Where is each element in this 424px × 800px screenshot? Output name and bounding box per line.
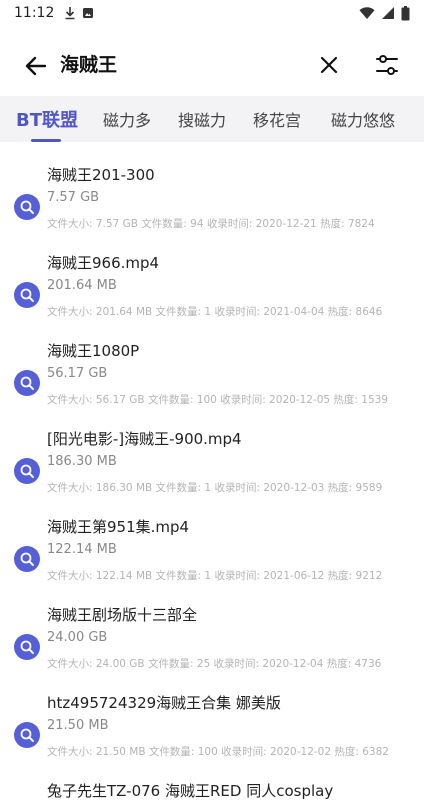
filter-settings-button[interactable]: [372, 50, 402, 80]
magnet-search-icon: [14, 634, 40, 660]
tab-bt-union[interactable]: BT联盟: [16, 96, 78, 142]
list-item[interactable]: [阳光电影-]海贼王-900.mp4 186.30 MB 文件大小: 186.3…: [0, 428, 424, 515]
magnet-search-icon: [14, 282, 40, 308]
item-size: 21.50 MB: [47, 718, 109, 733]
item-meta: 文件大小: 186.30 MB 文件数量: 1 收录时间: 2020-12-03…: [47, 482, 383, 494]
item-name: 兔子先生TZ-076 海贼王RED 同人cosplay: [47, 782, 334, 800]
signal-icon: [382, 7, 394, 19]
tab-yihua-gong[interactable]: 移花宫: [253, 96, 301, 142]
item-meta: 文件大小: 122.14 MB 文件数量: 1 收录时间: 2021-06-12…: [47, 570, 383, 582]
active-tab-indicator: [31, 139, 61, 142]
list-item[interactable]: 海贼王201-300 7.57 GB 文件大小: 7.57 GB 文件数量: 9…: [0, 164, 424, 251]
status-bar: 11:12: [0, 0, 424, 26]
item-name: [阳光电影-]海贼王-900.mp4: [47, 430, 242, 448]
item-size: 56.17 GB: [47, 366, 108, 381]
search-bar: 海贼王: [0, 26, 424, 102]
list-item[interactable]: 海贼王第951集.mp4 122.14 MB 文件大小: 122.14 MB 文…: [0, 516, 424, 603]
item-meta: 文件大小: 201.64 MB 文件数量: 1 收录时间: 2021-04-04…: [47, 306, 383, 318]
tab-cili-youyou[interactable]: 磁力悠悠: [331, 96, 395, 142]
item-name: 海贼王剧场版十三部全: [47, 606, 198, 624]
notification-icons: [64, 6, 94, 20]
magnet-search-icon: [14, 194, 40, 220]
clear-search-button[interactable]: [316, 52, 342, 78]
item-name: 海贼王第951集.mp4: [47, 518, 190, 536]
sliders-icon: [376, 55, 398, 75]
item-size: 7.57 GB: [47, 190, 100, 205]
back-button[interactable]: [22, 52, 50, 80]
image-notification-icon: [83, 8, 94, 18]
magnet-search-icon: [14, 458, 40, 484]
item-meta: 文件大小: 7.57 GB 文件数量: 94 收录时间: 2020-12-21 …: [47, 218, 375, 230]
list-item[interactable]: 兔子先生TZ-076 海贼王RED 同人cosplay: [0, 780, 424, 800]
list-item[interactable]: 海贼王1080P 56.17 GB 文件大小: 56.17 GB 文件数量: 1…: [0, 340, 424, 427]
item-name: 海贼王1080P: [47, 342, 140, 360]
magnet-search-icon: [14, 370, 40, 396]
list-item[interactable]: htz495724329海贼王合集 娜美版 21.50 MB 文件大小: 21.…: [0, 692, 424, 779]
tab-cili-duo[interactable]: 磁力多: [103, 96, 151, 142]
item-name: 海贼王201-300: [47, 166, 155, 184]
tab-sou-cili[interactable]: 搜磁力: [178, 96, 226, 142]
list-item[interactable]: 海贼王剧场版十三部全 24.00 GB 文件大小: 24.00 GB 文件数量:…: [0, 604, 424, 691]
download-icon: [65, 7, 75, 20]
item-meta: 文件大小: 24.00 GB 文件数量: 25 收录时间: 2020-12-04…: [47, 658, 382, 670]
search-query[interactable]: 海贼王: [60, 50, 117, 77]
item-size: 122.14 MB: [47, 542, 117, 557]
wifi-icon: [359, 7, 375, 19]
item-size: 201.64 MB: [47, 278, 117, 293]
close-icon: [320, 56, 338, 74]
arrow-left-icon: [25, 56, 47, 76]
magnet-search-icon: [14, 722, 40, 748]
battery-icon: [401, 5, 410, 20]
status-time: 11:12: [14, 5, 55, 21]
item-name: htz495724329海贼王合集 娜美版: [47, 694, 281, 712]
list-item[interactable]: 海贼王966.mp4 201.64 MB 文件大小: 201.64 MB 文件数…: [0, 252, 424, 339]
magnet-search-icon: [14, 546, 40, 572]
item-size: 186.30 MB: [47, 454, 117, 469]
item-name: 海贼王966.mp4: [47, 254, 160, 272]
source-tabs: BT联盟 磁力多 搜磁力 移花宫 磁力悠悠: [0, 96, 424, 142]
item-size: 24.00 GB: [47, 630, 108, 645]
item-meta: 文件大小: 56.17 GB 文件数量: 100 收录时间: 2020-12-0…: [47, 394, 389, 406]
item-meta: 文件大小: 21.50 MB 文件数量: 100 收录时间: 2020-12-0…: [47, 746, 389, 758]
